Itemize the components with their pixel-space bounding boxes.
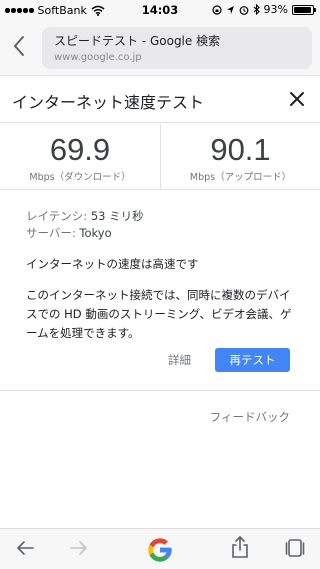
download-value: 69.9 — [49, 132, 111, 167]
speed-summary: インターネットの速度は高速です — [26, 257, 199, 271]
speed-test-header: インターネット速度テスト — [0, 77, 320, 123]
panel-title: インターネット速度テスト — [12, 93, 205, 112]
battery-percent: 93% — [263, 3, 288, 16]
forward-arrow-icon[interactable] — [68, 537, 90, 559]
battery-fill — [294, 6, 311, 13]
latency-label: レイテンシ: — [26, 209, 88, 223]
upload-result: 90.1 Mbps（アップロード） — [160, 124, 320, 190]
download-label: Mbps（ダウンロード） — [29, 172, 131, 183]
bottom-toolbar — [0, 528, 320, 569]
server-label: サーバー: — [26, 226, 76, 240]
google-logo-icon[interactable] — [146, 536, 174, 564]
latency-value: 53 ミリ秒 — [90, 209, 144, 223]
battery-icon — [292, 4, 316, 15]
upload-value: 90.1 — [210, 132, 271, 167]
lock-rotation-icon — [211, 4, 222, 15]
location-icon — [226, 5, 234, 14]
tabs-icon[interactable] — [284, 537, 306, 559]
page-domain: www.google.co.jp — [54, 52, 142, 63]
bluetooth-icon — [253, 4, 260, 15]
speed-description: このインターネット接続では、同時に複数のデバイスでの HD 動画のストリーミング… — [26, 288, 292, 340]
latency-row: レイテンシ: 53 ミリ秒 — [26, 208, 306, 225]
back-arrow-icon[interactable] — [14, 537, 36, 559]
details-link[interactable]: 詳細 — [168, 352, 191, 368]
page-title: スピードテスト - Google 検索 — [54, 34, 221, 48]
browser-header: スピードテスト - Google 検索 www.google.co.jp — [0, 20, 320, 76]
alarm-icon — [239, 5, 248, 15]
speed-results: 69.9 Mbps（ダウンロード） 90.1 Mbps（アップロード） — [0, 124, 320, 190]
divider — [0, 390, 320, 391]
download-result: 69.9 Mbps（ダウンロード） — [0, 124, 160, 190]
back-chevron-icon[interactable] — [10, 34, 30, 58]
close-icon[interactable] — [288, 90, 306, 108]
share-icon[interactable] — [230, 535, 250, 559]
status-bar: SoftBank 14:03 93% — [0, 0, 320, 20]
status-right: 93% — [211, 3, 316, 16]
server-value: Tokyo — [79, 226, 112, 240]
upload-label: Mbps（アップロード） — [189, 172, 292, 183]
address-bar[interactable]: スピードテスト - Google 検索 www.google.co.jp — [42, 27, 312, 69]
connection-info: レイテンシ: 53 ミリ秒 サーバー: Tokyo — [26, 208, 306, 242]
retest-button[interactable]: 再テスト — [215, 348, 290, 372]
feedback-link[interactable]: フィードバック — [210, 409, 290, 425]
server-row: サーバー: Tokyo — [26, 225, 306, 242]
